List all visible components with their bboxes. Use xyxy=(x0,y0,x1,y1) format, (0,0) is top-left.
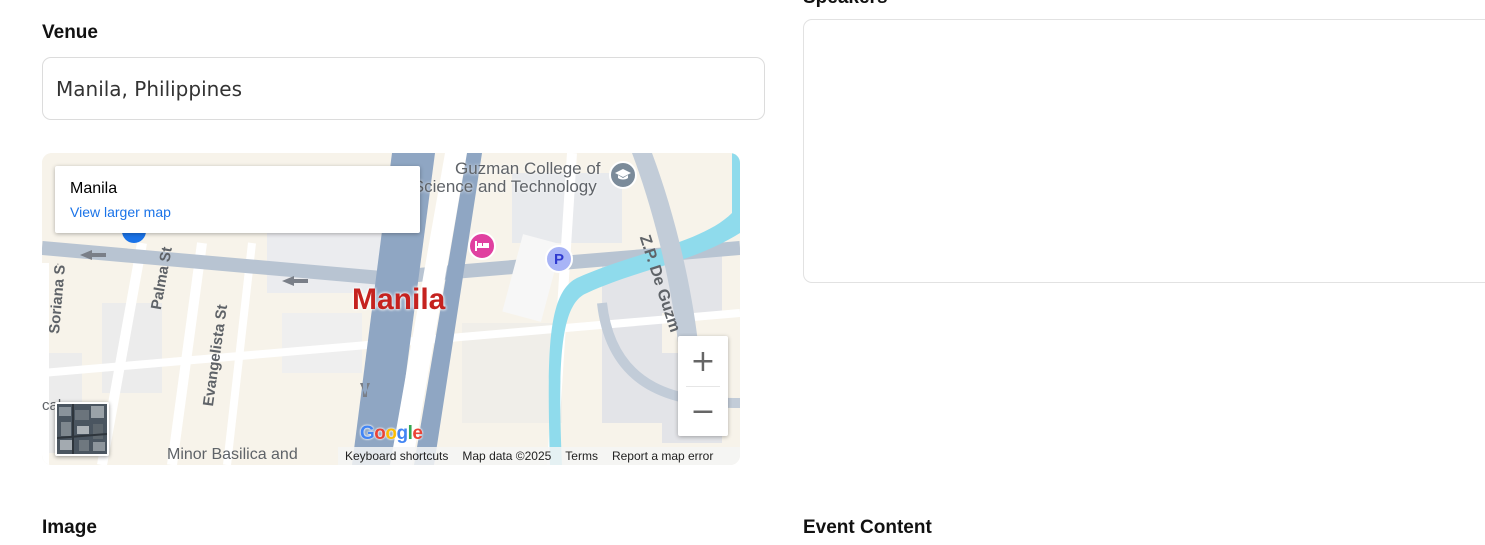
map-data-text: Map data ©2025 xyxy=(462,449,552,463)
view-larger-map-link[interactable]: View larger map xyxy=(70,204,171,220)
report-map-error-link[interactable]: Report a map error xyxy=(605,449,720,463)
zoom-in-button[interactable]: + xyxy=(678,336,728,386)
venue-input[interactable] xyxy=(42,57,765,120)
city-label: Manila xyxy=(352,283,446,316)
zoom-controls: + − xyxy=(678,336,728,436)
college-label: Guzman College of Science and Technology xyxy=(413,159,601,196)
college-label-line2: Science and Technology xyxy=(412,177,597,196)
parking-icon[interactable]: P xyxy=(545,245,573,273)
map-embed[interactable]: Palma St Evangelista St Soriana St cal Z… xyxy=(42,153,740,465)
place-label-basilica: Minor Basilica and xyxy=(167,446,298,463)
map-info-title: Manila xyxy=(70,180,118,197)
hotel-icon[interactable] xyxy=(468,232,496,260)
image-label: Image xyxy=(42,517,97,538)
speakers-field[interactable] xyxy=(803,19,1485,283)
zoom-out-button[interactable]: − xyxy=(678,386,728,436)
venue-label: Venue xyxy=(42,22,98,43)
keyboard-shortcuts-link[interactable]: Keyboard shortcuts xyxy=(338,449,455,463)
speakers-label: Speakers xyxy=(803,0,888,9)
map-info-card: Manila View larger map xyxy=(55,166,420,233)
satellite-toggle-button[interactable] xyxy=(55,402,109,456)
satellite-thumbnail-icon xyxy=(57,404,107,454)
college-label-line1: Guzman College of xyxy=(455,159,601,178)
terms-link[interactable]: Terms xyxy=(558,449,605,463)
google-logo: Google xyxy=(360,423,423,444)
graduation-cap-icon[interactable] xyxy=(609,161,637,189)
event-content-label: Event Content xyxy=(803,517,932,538)
map-attribution-bar: Keyboard shortcuts Map data ©2025 Terms … xyxy=(338,447,740,465)
